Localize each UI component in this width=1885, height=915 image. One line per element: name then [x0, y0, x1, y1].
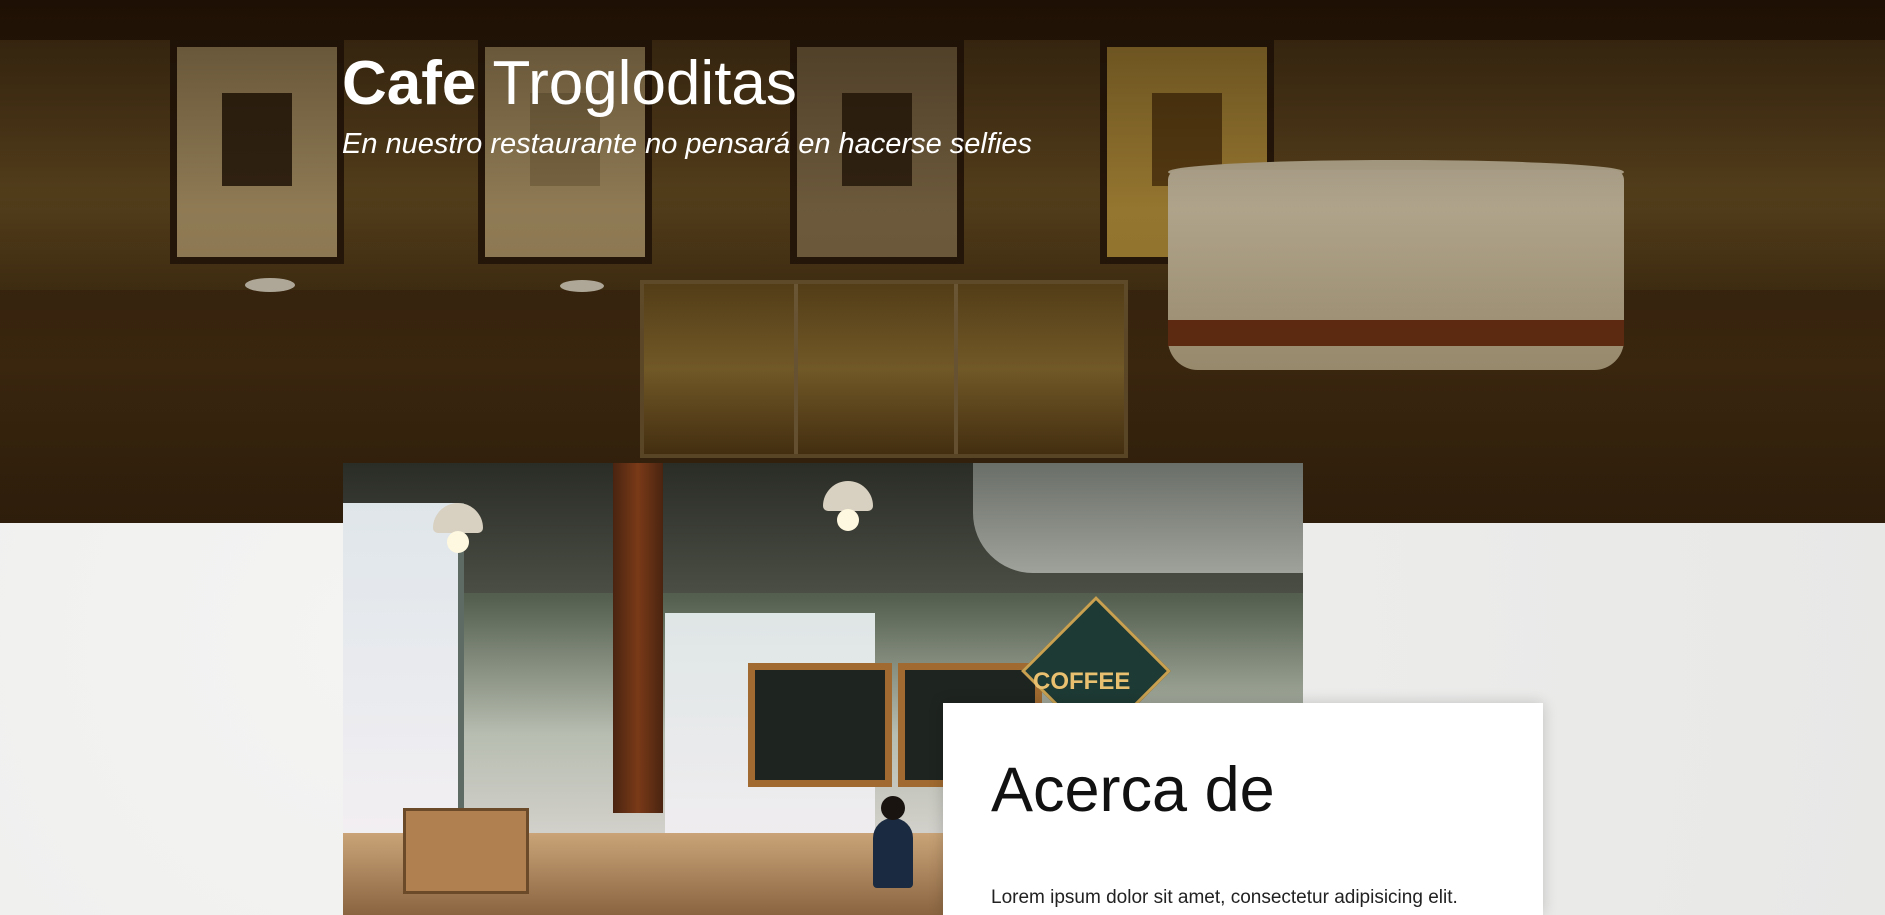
ceiling-duct [973, 463, 1303, 573]
about-card: Acerca de Lorem ipsum dolor sit amet, co… [943, 703, 1543, 915]
hero-banner: Cafe Trogloditas En nuestro restaurante … [0, 0, 1885, 523]
barista [873, 796, 913, 888]
pillar [613, 463, 663, 813]
site-title-bold: Cafe [342, 49, 477, 118]
site-tagline: En nuestro restaurante no pensará en hac… [342, 128, 1032, 160]
crate [403, 808, 529, 894]
site-title: Cafe Trogloditas [342, 44, 797, 124]
about-text: Lorem ipsum dolor sit amet, consectetur … [991, 887, 1458, 908]
coffee-sign-text: COFFEE [1033, 668, 1131, 695]
site-title-rest: Trogloditas [492, 49, 797, 118]
menu-board [748, 663, 892, 787]
about-heading: Acerca de [991, 755, 1275, 825]
